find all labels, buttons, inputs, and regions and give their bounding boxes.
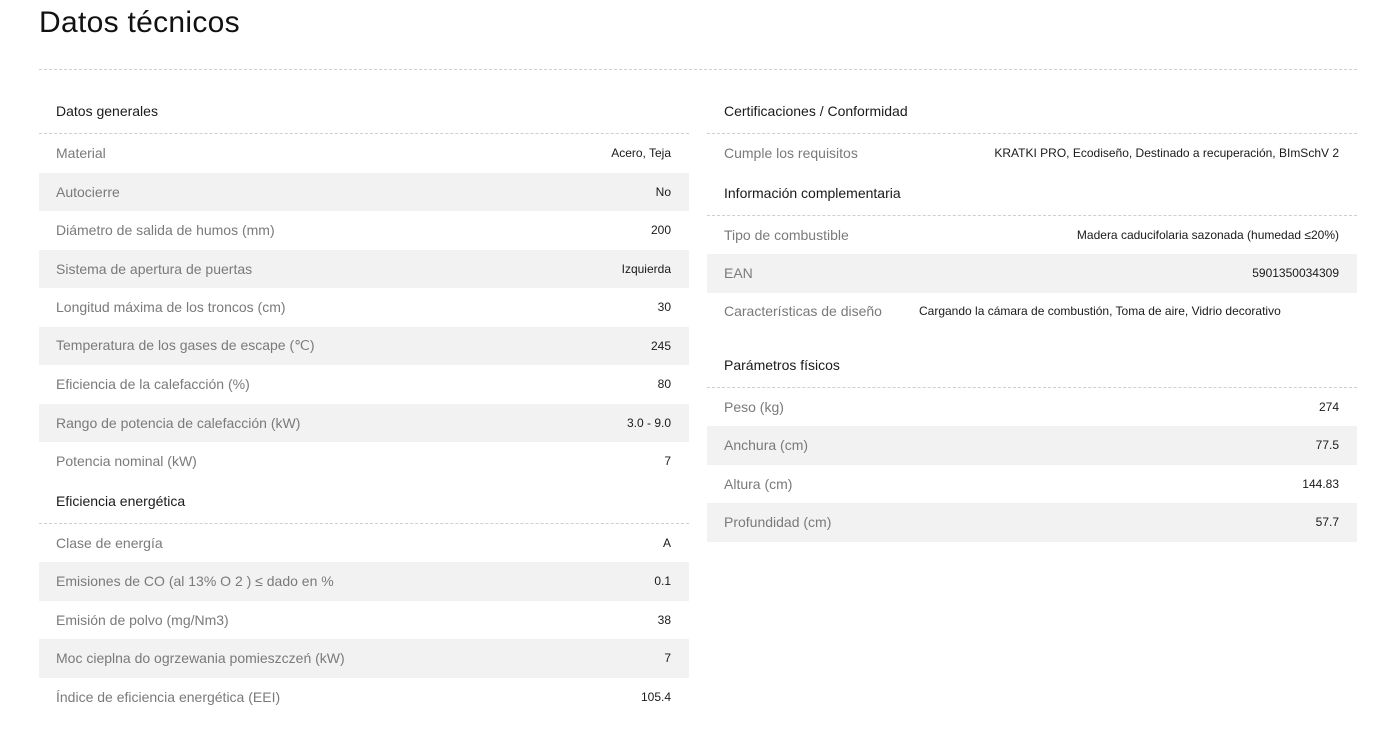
spec-value: 3.0 - 9.0 <box>626 415 671 430</box>
spec-value: A <box>662 535 671 550</box>
spec-label: Material <box>56 145 106 162</box>
spec-row: Eficiencia de la calefacción (%) 80 <box>39 365 689 404</box>
section-title: Datos generales <box>39 91 689 134</box>
spec-row: Tipo de combustible Madera caducifolaria … <box>707 216 1357 255</box>
spec-label: Tipo de combustible <box>724 226 849 243</box>
spec-label: Emisión de polvo (mg/Nm3) <box>56 611 229 628</box>
spec-row: Emisión de polvo (mg/Nm3) 38 <box>39 601 689 640</box>
spec-label: Sistema de apertura de puertas <box>56 260 253 277</box>
spec-value: Izquierda <box>621 261 671 276</box>
spec-label: Características de diseño <box>724 302 882 319</box>
section-energy: Eficiencia energética Clase de energía A … <box>39 481 689 717</box>
spec-value: Madera caducifolaria sazonada (humedad ≤… <box>1076 227 1339 242</box>
spec-row: Altura (cm) 144.83 <box>707 465 1357 504</box>
spec-value: 105.4 <box>640 689 671 704</box>
spec-value: 274 <box>1318 399 1339 414</box>
spec-label: EAN <box>724 265 753 282</box>
spec-label: Emisiones de CO (al 13% O 2 ) ≤ dado en … <box>56 573 334 590</box>
spec-row: Anchura (cm) 77.5 <box>707 426 1357 465</box>
spec-value: Acero, Teja <box>611 146 671 161</box>
left-column: Datos generales Material Acero, Teja Auto… <box>39 91 689 716</box>
divider <box>39 69 1357 70</box>
spec-label: Longitud máxima de los troncos (cm) <box>56 299 286 316</box>
spec-row: Longitud máxima de los troncos (cm) 30 <box>39 288 689 327</box>
spec-row: Peso (kg) 274 <box>707 388 1357 427</box>
section-title: Parámetros físicos <box>707 345 1357 388</box>
spec-value: 245 <box>650 338 671 353</box>
spec-row: Emisiones de CO (al 13% O 2 ) ≤ dado en … <box>39 562 689 601</box>
spec-value: 5901350034309 <box>1252 266 1339 281</box>
spec-label: Profundidad (cm) <box>724 514 832 531</box>
spec-row: Diámetro de salida de humos (mm) 200 <box>39 211 689 250</box>
spec-value: 200 <box>650 223 671 238</box>
section-additional-info: Información complementaria Tipo de combu… <box>707 173 1357 345</box>
page-title: Datos técnicos <box>39 6 240 39</box>
spec-value: 7 <box>664 454 671 469</box>
spec-row: Material Acero, Teja <box>39 134 689 173</box>
spec-row: Potencia nominal (kW) 7 <box>39 442 689 481</box>
spec-row: Características de diseño Cargando la cám… <box>707 293 1357 345</box>
spec-value: 30 <box>657 300 671 315</box>
spec-row: Moc cieplna do ogrzewania pomieszczeń (k… <box>39 639 689 678</box>
spec-label: Anchura (cm) <box>724 437 809 454</box>
spec-row: Profundidad (cm) 57.7 <box>707 503 1357 542</box>
spec-label: Índice de eficiencia energética (EEI) <box>56 688 281 705</box>
spec-label: Eficiencia de la calefacción (%) <box>56 376 250 393</box>
section-physical: Parámetros físicos Peso (kg) 274 Anchura … <box>707 345 1357 542</box>
spec-label: Peso (kg) <box>724 398 784 415</box>
spec-label: Moc cieplna do ogrzewania pomieszczeń (k… <box>56 650 345 667</box>
section-certifications: Certificaciones / Conformidad Cumple los… <box>707 91 1357 173</box>
spec-row: Clase de energía A <box>39 524 689 563</box>
spec-value: 57.7 <box>1315 515 1339 530</box>
spec-row: EAN 5901350034309 <box>707 254 1357 293</box>
section-title: Información complementaria <box>707 173 1357 216</box>
spec-label: Potencia nominal (kW) <box>56 453 197 470</box>
spec-row: Cumple los requisitos KRATKI PRO, Ecodise… <box>707 134 1357 173</box>
spec-label: Rango de potencia de calefacción (kW) <box>56 414 301 431</box>
spec-label: Temperatura de los gases de escape (℃) <box>56 337 315 354</box>
spec-label: Altura (cm) <box>724 475 793 492</box>
spec-value: 144.83 <box>1302 476 1339 491</box>
spec-value: Cargando la cámara de combustión, Toma d… <box>919 303 1281 318</box>
spec-label: Autocierre <box>56 183 120 200</box>
spec-row: Índice de eficiencia energética (EEI) 105… <box>39 678 689 717</box>
spec-row: Sistema de apertura de puertas Izquierda <box>39 249 689 288</box>
spec-value: 80 <box>657 377 671 392</box>
section-title: Certificaciones / Conformidad <box>707 91 1357 134</box>
section-general: Datos generales Material Acero, Teja Auto… <box>39 91 689 481</box>
spec-value: 77.5 <box>1315 438 1339 453</box>
spec-row: Autocierre No <box>39 172 689 211</box>
spec-value: 0.1 <box>654 574 671 589</box>
spec-label: Clase de energía <box>56 534 163 551</box>
spec-label: Diámetro de salida de humos (mm) <box>56 222 275 239</box>
spec-value: KRATKI PRO, Ecodiseño, Destinado a recup… <box>994 146 1339 161</box>
spec-label: Cumple los requisitos <box>724 145 858 162</box>
spec-row: Temperatura de los gases de escape (℃) 24… <box>39 326 689 365</box>
spec-row: Rango de potencia de calefacción (kW) 3.0… <box>39 403 689 442</box>
spec-value: 7 <box>664 651 671 666</box>
spec-value: 38 <box>657 612 671 627</box>
right-column: Certificaciones / Conformidad Cumple los… <box>707 91 1357 542</box>
section-title: Eficiencia energética <box>39 481 689 524</box>
spec-value: No <box>655 184 671 199</box>
